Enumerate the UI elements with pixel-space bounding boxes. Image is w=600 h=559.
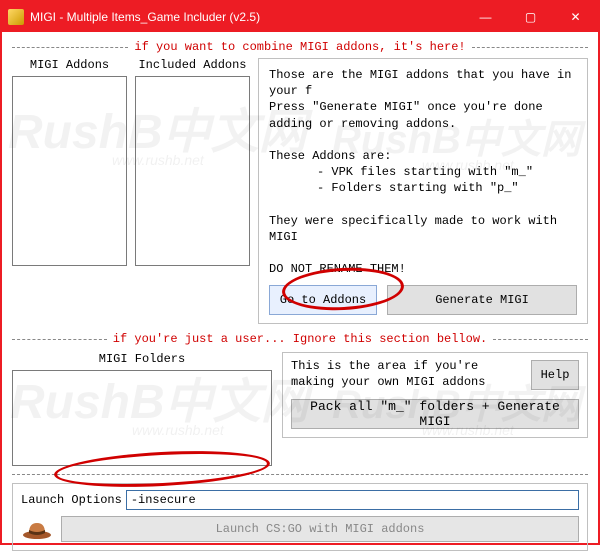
divider-row	[12, 474, 588, 475]
included-addons-listbox[interactable]	[135, 76, 250, 266]
help-button[interactable]: Help	[531, 360, 579, 390]
section2-heading-row: if you're just a user... Ignore this sec…	[12, 332, 588, 346]
pack-generate-label: Pack all "m_" folders + Generate MIGI	[292, 399, 578, 429]
minimize-button[interactable]: —	[463, 2, 508, 32]
launch-options-label: Launch Options	[21, 493, 122, 507]
launch-options-input[interactable]	[126, 490, 579, 510]
launch-csgo-label: Launch CS:GO with MIGI addons	[216, 522, 425, 536]
help-button-label: Help	[541, 368, 570, 382]
launch-options-row: Launch Options	[21, 490, 579, 510]
close-button[interactable]: ✕	[553, 2, 598, 32]
hat-icon	[21, 517, 53, 541]
desc-line: These Addons are:	[269, 148, 577, 164]
titlebar: MIGI - Multiple Items_Game Includer (v2.…	[2, 2, 598, 32]
maker-text: This is the area if you're making your o…	[291, 359, 523, 390]
launch-panel: Launch Options Launch CS:GO with MIGI ad…	[12, 483, 588, 551]
desc-line: They were specifically made to work with…	[269, 213, 577, 245]
desc-bullet: - VPK files starting with "m_"	[269, 164, 577, 180]
migi-addons-col: MIGI Addons	[12, 58, 127, 324]
migi-addons-listbox[interactable]	[12, 76, 127, 266]
addons-description-panel: Those are the MIGI addons that you have …	[258, 58, 588, 324]
included-addons-label: Included Addons	[135, 58, 250, 72]
client-area: if you want to combine MIGI addons, it's…	[2, 32, 598, 559]
migi-addons-label: MIGI Addons	[12, 58, 127, 72]
desc-line: Press "Generate MIGI" once you're done a…	[269, 99, 577, 131]
maker-panel: This is the area if you're making your o…	[282, 352, 588, 437]
pack-generate-button[interactable]: Pack all "m_" folders + Generate MIGI	[291, 399, 579, 429]
migi-folders-listbox[interactable]	[12, 370, 272, 466]
goto-addons-label: Go to Addons	[280, 292, 366, 308]
launch-csgo-button[interactable]: Launch CS:GO with MIGI addons	[61, 516, 579, 542]
included-addons-col: Included Addons	[135, 58, 250, 324]
addons-row: MIGI Addons Included Addons Those are th…	[12, 58, 588, 324]
maker-right-col: This is the area if you're making your o…	[282, 352, 588, 466]
desc-line: Those are the MIGI addons that you have …	[269, 67, 577, 99]
generate-migi-button[interactable]: Generate MIGI	[387, 285, 577, 315]
window-controls: — ▢ ✕	[463, 2, 598, 32]
launch-button-row: Launch CS:GO with MIGI addons	[21, 516, 579, 542]
migi-folders-col: MIGI Folders	[12, 352, 272, 466]
app-icon	[8, 9, 24, 25]
desc-line: DO NOT RENAME THEM!	[269, 261, 577, 277]
maximize-button[interactable]: ▢	[508, 2, 553, 32]
window-title: MIGI - Multiple Items_Game Includer (v2.…	[30, 10, 463, 24]
section1-heading: if you want to combine MIGI addons, it's…	[128, 40, 471, 54]
migi-folders-label: MIGI Folders	[12, 352, 272, 366]
generate-migi-label: Generate MIGI	[435, 292, 529, 308]
section2-heading: if you're just a user... Ignore this sec…	[107, 332, 493, 346]
maker-row: MIGI Folders This is the area if you're …	[12, 352, 588, 466]
desc-bullet: - Folders starting with "p_"	[269, 180, 577, 196]
goto-addons-button[interactable]: Go to Addons	[269, 285, 377, 315]
addons-button-row: Go to Addons Generate MIGI	[269, 285, 577, 315]
section1-heading-row: if you want to combine MIGI addons, it's…	[12, 40, 588, 54]
